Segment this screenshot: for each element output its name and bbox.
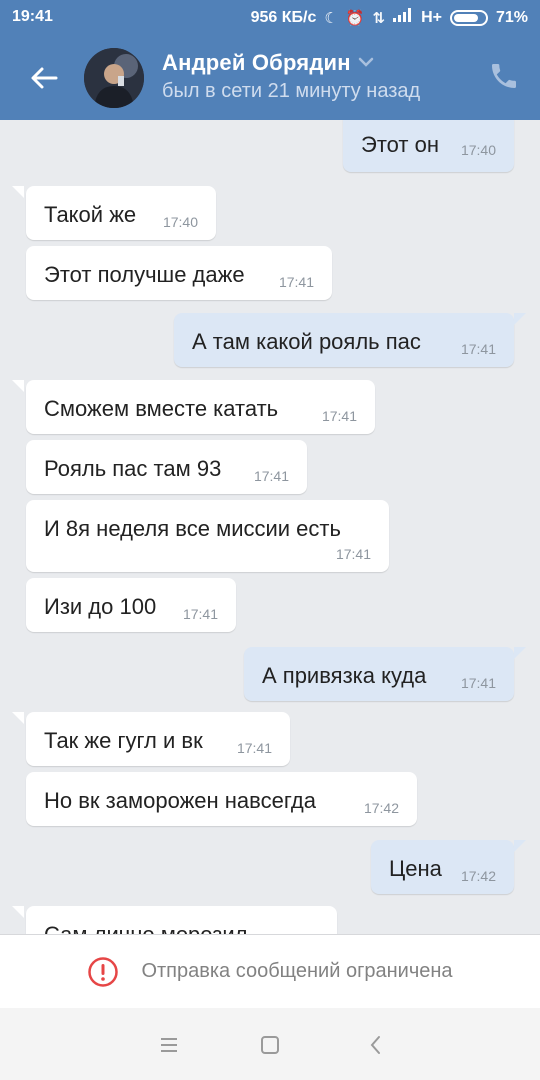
data-arrows-icon: ⇅ (372, 9, 386, 27)
message-time: 17:40 (460, 142, 496, 158)
battery-percent: 71% (495, 8, 528, 26)
bubble-tail (12, 186, 24, 198)
back-chevron-icon (370, 1036, 380, 1054)
bubble-tail (514, 313, 526, 325)
message-text: Так же гугл и вк (44, 728, 203, 753)
signal-icon (393, 8, 413, 27)
message-bubble-outgoing[interactable]: А привязка куда 17:41 (244, 647, 514, 701)
net-speed: 956 КБ/с (250, 8, 317, 26)
message-time: 17:41 (460, 341, 496, 357)
message-text: Изи до 100 (44, 594, 157, 619)
network-type: H+ (421, 8, 442, 26)
message-list[interactable]: Этот он 17:40 Такой же 17:40 Этот получш… (0, 120, 540, 934)
message-text: А привязка куда (262, 663, 427, 688)
alarm-icon: ⏰ (345, 9, 365, 27)
message-time: 17:41 (321, 408, 357, 424)
system-navigation-bar (0, 1008, 540, 1080)
message-time: 17:41 (335, 546, 371, 562)
message-time: 17:41 (236, 740, 272, 756)
message-bubble-incoming[interactable]: Сам лично морозил (26, 906, 337, 934)
message-bubble-outgoing[interactable]: Цена 17:42 (371, 840, 514, 894)
message-bubble-outgoing[interactable]: А там какой рояль пас 17:41 (174, 313, 514, 367)
contact-name[interactable]: Андрей Обрядин (162, 50, 351, 76)
message-bubble-incoming[interactable]: Рояль пас там 93 17:41 (26, 440, 307, 494)
alert-circle-icon (88, 956, 119, 987)
message-bubble-outgoing[interactable]: Этот он 17:40 (343, 120, 514, 172)
message-text: Цена (389, 856, 442, 881)
phone-icon (492, 64, 516, 88)
menu-button[interactable] (154, 1030, 184, 1060)
moon-icon: ☾ (324, 9, 338, 27)
avatar[interactable] (84, 48, 144, 108)
message-time: 17:41 (253, 468, 289, 484)
message-text: А там какой рояль пас (192, 329, 421, 354)
messaging-restricted-banner: Отправка сообщений ограничена (0, 934, 540, 1008)
menu-icon (161, 1038, 177, 1052)
bubble-tail (514, 840, 526, 852)
bubble-tail (12, 906, 24, 918)
message-text: И 8я неделя все миссии есть (44, 516, 341, 541)
app-header: 19:41 956 КБ/с ☾ ⏰ ⇅ H+ 71% Андрей Обряд… (0, 0, 540, 120)
message-text: Сможем вместе катать (44, 396, 279, 421)
status-indicators: 956 КБ/с ☾ ⏰ ⇅ H+ 71% (251, 8, 528, 27)
message-text: Этот он (361, 132, 439, 157)
message-text: Рояль пас там 93 (44, 456, 222, 481)
system-back-button[interactable] (360, 1030, 390, 1060)
message-text: Этот получше даже (44, 262, 245, 287)
status-time: 19:41 (12, 8, 53, 25)
home-square-icon (261, 1036, 279, 1054)
message-text: Сам лично морозил (44, 922, 248, 934)
bubble-tail (12, 380, 24, 392)
message-text: Но вк заморожен навсегда (44, 788, 316, 813)
message-text: Такой же (44, 202, 137, 227)
message-bubble-incoming[interactable]: Так же гугл и вк 17:41 (26, 712, 290, 766)
message-time: 17:42 (460, 868, 496, 884)
chevron-down-icon[interactable] (357, 56, 375, 68)
back-arrow-icon (31, 67, 58, 89)
status-bar: 19:41 956 КБ/с ☾ ⏰ ⇅ H+ 71% (0, 0, 540, 36)
bubble-tail (514, 647, 526, 659)
message-time: 17:41 (182, 606, 218, 622)
message-bubble-incoming[interactable]: Сможем вместе катать 17:41 (26, 380, 375, 434)
home-button[interactable] (255, 1030, 285, 1060)
call-button[interactable] (488, 60, 524, 96)
message-time: 17:40 (162, 214, 198, 230)
bubble-tail (12, 712, 24, 724)
battery-icon (449, 9, 488, 26)
message-time: 17:42 (363, 800, 399, 816)
message-bubble-incoming[interactable]: Этот получше даже 17:41 (26, 246, 332, 300)
message-bubble-incoming[interactable]: И 8я неделя все миссии есть 17:41 (26, 500, 389, 572)
back-button[interactable] (24, 58, 64, 98)
restriction-text: Отправка сообщений ограничена (141, 960, 453, 982)
last-seen-status: был в сети 21 минуту назад (162, 80, 421, 102)
message-bubble-incoming[interactable]: Изи до 100 17:41 (26, 578, 236, 632)
message-time: 17:41 (278, 274, 314, 290)
message-bubble-incoming[interactable]: Но вк заморожен навсегда 17:42 (26, 772, 417, 826)
message-bubble-incoming[interactable]: Такой же 17:40 (26, 186, 216, 240)
message-time: 17:41 (460, 675, 496, 691)
